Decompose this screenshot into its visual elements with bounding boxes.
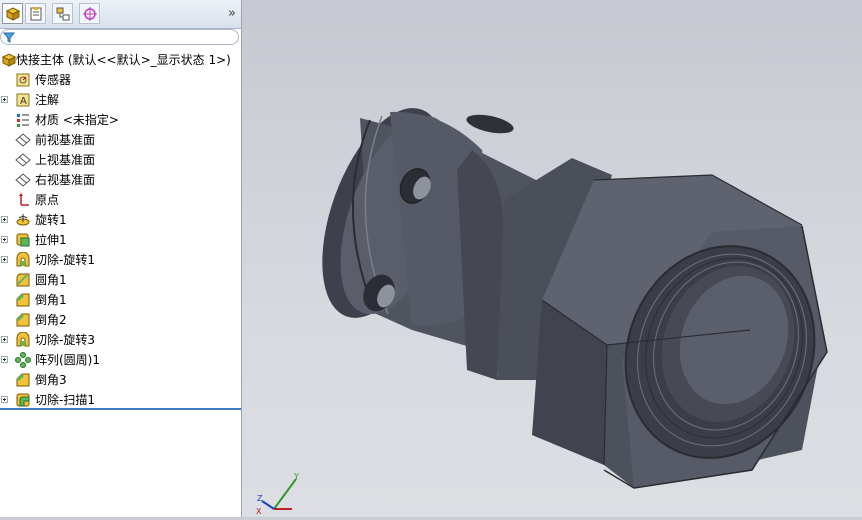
revolve-icon (16, 214, 30, 226)
chamfer-icon (16, 373, 30, 387)
cut-revolve-icon (16, 252, 30, 267)
graphics-viewport[interactable]: Y Z X (242, 0, 862, 517)
panel-tab-bar: » (0, 0, 241, 29)
axis-y-label: Y (293, 472, 299, 481)
tree-item-cut-revolve1[interactable]: 切除-旋转1 (0, 250, 241, 270)
expand-toggle[interactable] (1, 236, 8, 243)
extrude-icon (16, 233, 30, 247)
cut-sweep-icon (16, 393, 30, 407)
fillet-icon (16, 273, 30, 287)
plane-icon (15, 133, 31, 147)
propertymanager-tab[interactable] (25, 3, 46, 24)
plane-icon (15, 173, 31, 187)
svg-text:A: A (20, 96, 27, 107)
tree-item-cut-sweep1[interactable]: 切除-扫描1 (0, 390, 241, 410)
tree-item-material[interactable]: 材质 <未指定> (0, 110, 241, 130)
tree-item-circular-pattern1[interactable]: 阵列(圆周)1 (0, 350, 241, 370)
part-icon (1, 53, 17, 67)
property-icon (30, 6, 41, 20)
axis-triad: Y Z X (256, 472, 299, 516)
tree-item-chamfer2[interactable]: 倒角2 (0, 310, 241, 330)
plane-icon (15, 153, 31, 167)
expand-toggle[interactable] (1, 356, 8, 363)
configuration-icon (56, 7, 69, 20)
tree-item-right-plane[interactable]: 右视基准面 (0, 170, 241, 190)
cut-revolve-icon (16, 332, 30, 347)
feature-tree-icon (5, 6, 20, 21)
axis-x-label: X (256, 507, 262, 516)
tree-item-top-plane[interactable]: 上视基准面 (0, 150, 241, 170)
chamfer-icon (16, 293, 30, 307)
tree-filter-input[interactable] (0, 29, 239, 45)
annotation-icon: A (16, 93, 30, 107)
tree-root-label: 快接主体 (默认<<默认>_显示状态 1>) (16, 53, 231, 67)
tree-item-origin[interactable]: 原点 (0, 190, 241, 210)
model-3d-part[interactable] (242, 0, 862, 517)
expand-toggle[interactable] (1, 396, 8, 403)
tree-item-sensors[interactable]: 传感器 (0, 70, 241, 90)
tree-item-annotations[interactable]: A 注解 (0, 90, 241, 110)
featuremanager-tab[interactable] (2, 3, 23, 24)
rollback-bar[interactable] (0, 408, 241, 410)
configuration-tab[interactable] (52, 3, 73, 24)
tree-item-revolve1[interactable]: 旋转1 (0, 210, 241, 230)
tree-root-part[interactable]: 快接主体 (默认<<默认>_显示状态 1>) (0, 50, 241, 70)
sensor-icon (16, 73, 30, 87)
expand-toggle[interactable] (1, 96, 8, 103)
tree-item-chamfer1[interactable]: 倒角1 (0, 290, 241, 310)
crosshair-icon (82, 6, 97, 21)
expand-toggle[interactable] (1, 256, 8, 263)
tree-item-cut-revolve3[interactable]: 切除-旋转3 (0, 330, 241, 350)
expand-toggle[interactable] (1, 216, 8, 223)
circular-pattern-icon (15, 352, 31, 368)
tree-item-front-plane[interactable]: 前视基准面 (0, 130, 241, 150)
dimxpert-tab[interactable] (79, 3, 100, 24)
material-icon (17, 114, 29, 127)
tree-item-fillet1[interactable]: 圆角1 (0, 270, 241, 290)
axis-z-label: Z (257, 494, 263, 503)
chamfer-icon (16, 313, 30, 327)
tree-item-extrude1[interactable]: 拉伸1 (0, 230, 241, 250)
feature-manager-panel: » 快接主体 (默认<<默认>_显示状态 1>) 传感器 A 注解 材质 <未指… (0, 0, 242, 517)
expand-toggle[interactable] (1, 336, 8, 343)
more-tabs-button[interactable]: » (228, 6, 236, 21)
tree-item-chamfer3[interactable]: 倒角3 (0, 370, 241, 390)
filter-icon (3, 32, 15, 43)
origin-icon (19, 193, 29, 206)
